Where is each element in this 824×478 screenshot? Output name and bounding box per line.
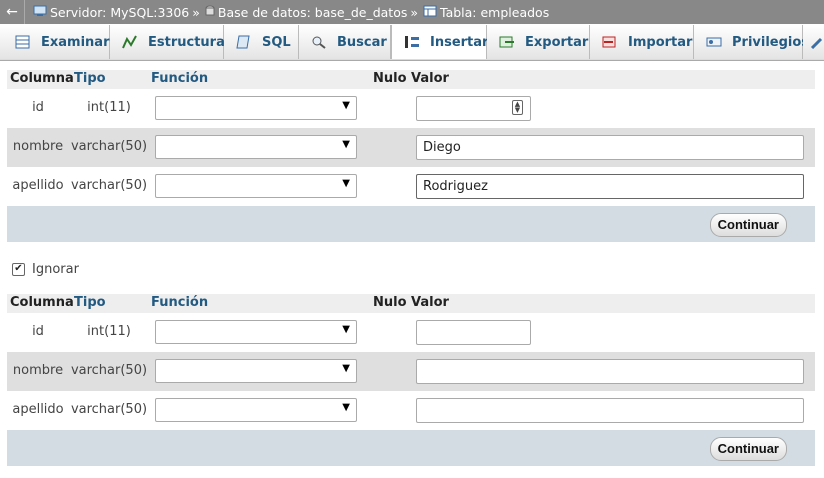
- privileges-icon: [706, 35, 722, 49]
- tab-examinar[interactable]: Examinar: [0, 25, 110, 59]
- tab-estructura[interactable]: Estructura: [110, 25, 225, 59]
- header-valor: Valor: [411, 71, 449, 86]
- structure-icon: [122, 35, 138, 49]
- breadcrumb-database[interactable]: Base de datos: base_de_datos: [203, 5, 407, 20]
- header-nulo: Nulo: [373, 71, 407, 86]
- continue-button[interactable]: Continuar: [709, 437, 787, 461]
- tab-label: Exportar: [525, 34, 589, 50]
- value-input[interactable]: Rodriguez: [416, 174, 804, 199]
- form-footer: Continuar: [7, 430, 815, 466]
- column-name: apellido: [12, 402, 64, 417]
- wrench-icon: [810, 35, 824, 50]
- column-name: nombre: [12, 139, 64, 154]
- value-input[interactable]: Diego: [416, 135, 804, 160]
- insert-icon: [404, 35, 420, 49]
- insert-form-1: Columna Tipo Función Nulo Valor id int(1…: [7, 70, 815, 242]
- column-type: varchar(50): [70, 363, 148, 378]
- column-type: varchar(50): [70, 178, 148, 193]
- chevron-down-icon: ▼: [342, 178, 350, 189]
- import-icon: [602, 35, 618, 49]
- column-type: int(11): [87, 100, 131, 115]
- tab-privilegios[interactable]: Privilegios: [694, 25, 809, 59]
- breadcrumb-table-label: Tabla: empleados: [440, 4, 550, 20]
- tab-label: Importar: [628, 34, 693, 50]
- table-icon: [15, 35, 31, 49]
- function-select[interactable]: ▼: [155, 398, 357, 422]
- tab-buscar[interactable]: Buscar: [299, 25, 391, 59]
- breadcrumb-server[interactable]: Servidor: MySQL:3306: [25, 5, 189, 20]
- ignore-checkbox[interactable]: ✔: [12, 263, 25, 276]
- table-row: id int(11) ▼ ▲ ▼: [7, 89, 815, 128]
- tab-more[interactable]: [803, 25, 824, 59]
- header-nulo: Nulo: [373, 295, 407, 310]
- header-funcion[interactable]: Función: [151, 295, 208, 310]
- table-row: nombre varchar(50) ▼ Diego: [7, 128, 815, 167]
- function-select[interactable]: ▼: [155, 96, 357, 120]
- tab-label: Privilegios: [732, 34, 810, 50]
- value-input[interactable]: [416, 359, 804, 384]
- chevron-down-icon: ▼: [342, 139, 350, 150]
- tab-bar: Examinar Estructura SQL Buscar Insertar …: [0, 24, 824, 61]
- table-icon: [423, 5, 437, 20]
- server-icon: [33, 5, 47, 20]
- tab-exportar[interactable]: Exportar: [487, 25, 590, 59]
- form-footer: Continuar: [7, 206, 815, 242]
- ignore-option[interactable]: ✔ Ignorar: [12, 262, 79, 277]
- breadcrumb-separator: »: [192, 4, 200, 20]
- tab-label: Estructura: [148, 34, 225, 50]
- insert-form-2: Columna Tipo Función Nulo Valor id int(1…: [7, 294, 815, 466]
- database-icon: [205, 5, 215, 20]
- chevron-down-icon: ▼: [342, 402, 350, 413]
- search-icon: [311, 35, 327, 49]
- breadcrumb: ← Servidor: MySQL:3306 » Base de datos: …: [0, 0, 824, 24]
- header-valor: Valor: [411, 295, 449, 310]
- export-icon: [499, 35, 515, 49]
- header-columna: Columna: [10, 295, 74, 310]
- header-columna: Columna: [10, 71, 74, 86]
- function-select[interactable]: ▼: [155, 320, 357, 344]
- tab-importar[interactable]: Importar: [590, 25, 694, 59]
- function-select[interactable]: ▼: [155, 135, 357, 159]
- breadcrumb-separator: »: [410, 4, 419, 20]
- table-row: nombre varchar(50) ▼: [7, 352, 815, 391]
- chevron-down-icon: ▼: [342, 100, 350, 111]
- continue-button[interactable]: Continuar: [709, 213, 787, 237]
- breadcrumb-database-label: Base de datos: base_de_datos: [217, 4, 408, 20]
- column-name: id: [32, 100, 44, 115]
- ignore-label: Ignorar: [32, 262, 79, 277]
- sql-icon: [236, 35, 252, 49]
- breadcrumb-server-label: Servidor: MySQL:3306: [50, 4, 190, 20]
- column-type: varchar(50): [70, 139, 148, 154]
- table-row: id int(11) ▼: [7, 313, 815, 352]
- tab-label: Examinar: [41, 34, 110, 50]
- column-type: int(11): [87, 324, 131, 339]
- tab-label: Buscar: [337, 34, 387, 50]
- chevron-down-icon: ▼: [342, 363, 350, 374]
- header-tipo[interactable]: Tipo: [74, 71, 106, 86]
- column-name: nombre: [12, 363, 64, 378]
- value-input[interactable]: [416, 320, 531, 345]
- value-input[interactable]: [416, 398, 804, 423]
- tab-insertar[interactable]: Insertar: [391, 25, 489, 59]
- function-select[interactable]: ▼: [155, 359, 357, 383]
- table-row: apellido varchar(50) ▼: [7, 391, 815, 430]
- table-header: Columna Tipo Función Nulo Valor: [7, 70, 815, 89]
- spinner-icon[interactable]: ▲ ▼: [512, 100, 523, 115]
- column-name: apellido: [12, 178, 64, 193]
- tab-label: SQL: [262, 34, 291, 50]
- table-header: Columna Tipo Función Nulo Valor: [7, 294, 815, 313]
- breadcrumb-table[interactable]: Tabla: empleados: [421, 5, 549, 20]
- arrow-left-icon[interactable]: ←: [0, 0, 25, 24]
- column-type: varchar(50): [70, 402, 148, 417]
- tab-sql[interactable]: SQL: [224, 25, 299, 59]
- chevron-down-icon: ▼: [342, 324, 350, 335]
- tab-label: Insertar: [430, 34, 489, 50]
- header-funcion[interactable]: Función: [151, 71, 208, 86]
- table-row: apellido varchar(50) ▼ Rodriguez: [7, 167, 815, 206]
- header-tipo[interactable]: Tipo: [74, 295, 106, 310]
- column-name: id: [32, 324, 44, 339]
- function-select[interactable]: ▼: [155, 174, 357, 198]
